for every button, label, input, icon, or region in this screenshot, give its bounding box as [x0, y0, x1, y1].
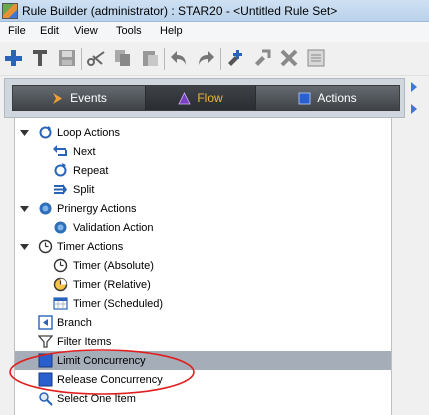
tree-item-release-concurrency[interactable]: Release Concurrency [15, 370, 391, 389]
tree-label: Timer Actions [57, 240, 124, 253]
tree-item-validation-action[interactable]: Validation Action [15, 218, 391, 237]
palette-header: Events Flow Actions [4, 78, 405, 118]
menu-file[interactable]: File [8, 25, 26, 37]
triangle-icon [178, 91, 191, 105]
tab-flow[interactable]: Flow [146, 86, 256, 110]
tree-label: Loop Actions [57, 126, 120, 139]
copy-icon[interactable] [112, 47, 134, 69]
arrow-right-icon [51, 92, 64, 105]
menu-edit[interactable]: Edit [40, 25, 59, 37]
tree-label: Release Concurrency [57, 373, 163, 386]
tree-label: Limit Concurrency [57, 354, 146, 367]
split-icon [53, 182, 68, 197]
app-icon [2, 3, 18, 19]
clock-icon [38, 239, 53, 254]
branch-icon [38, 315, 53, 330]
toolbar-separator [220, 48, 221, 70]
new-icon[interactable] [2, 47, 24, 69]
tree-label: Split [73, 183, 95, 196]
paste-icon[interactable] [139, 47, 161, 69]
menu-bar: File Edit View Tools Help [0, 22, 429, 42]
title-bar: Rule Builder (administrator) : STAR20 - … [0, 0, 429, 22]
tree-item-filter-items[interactable]: Filter Items [15, 332, 391, 351]
tree-item-branch[interactable]: Branch [15, 313, 391, 332]
tree-label: Timer (Absolute) [73, 259, 154, 272]
next-icon [53, 144, 68, 159]
tree-label: Next [73, 145, 96, 158]
tree-item-timer-absolute[interactable]: Timer (Absolute) [15, 256, 391, 275]
flow-tree: Loop Actions Next Repeat Split Prinergy … [14, 118, 392, 415]
tree-group-loop-actions[interactable]: Loop Actions [15, 123, 391, 142]
palette-tabs: Events Flow Actions [12, 85, 400, 111]
tree-item-timer-relative[interactable]: Timer (Relative) [15, 275, 391, 294]
tree-label: Filter Items [57, 335, 112, 348]
repeat-icon [53, 163, 68, 178]
tree-label: Branch [57, 316, 92, 329]
redo-icon[interactable] [195, 47, 217, 69]
tree-label: Timer (Relative) [73, 278, 151, 291]
cut-icon[interactable] [85, 47, 107, 69]
tab-events[interactable]: Events [13, 86, 146, 110]
tree-label: Timer (Scheduled) [73, 297, 164, 310]
tree-item-repeat[interactable]: Repeat [15, 161, 391, 180]
expand-right-icon[interactable] [410, 82, 418, 92]
tree-item-next[interactable]: Next [15, 142, 391, 161]
tree-label: Validation Action [73, 221, 154, 234]
square-icon [38, 353, 53, 368]
expand-right-icon[interactable] [410, 104, 418, 114]
collapse-icon[interactable] [20, 128, 29, 137]
tree-label: Prinergy Actions [57, 202, 137, 215]
tab-label: Actions [317, 91, 357, 105]
square-icon [38, 372, 53, 387]
tree-item-limit-concurrency[interactable]: Limit Concurrency [15, 351, 391, 370]
tree-group-timer-actions[interactable]: Timer Actions [15, 237, 391, 256]
delete-icon[interactable] [278, 47, 300, 69]
tab-actions[interactable]: Actions [256, 86, 399, 110]
tab-label: Flow [197, 91, 223, 105]
square-icon [298, 92, 311, 105]
magnifier-icon [38, 391, 53, 406]
add-rule-icon[interactable] [224, 47, 246, 69]
prinergy-icon [38, 201, 53, 216]
undo-icon[interactable] [168, 47, 190, 69]
toolbar-separator [81, 48, 82, 70]
tree-label: Select One Item [57, 392, 136, 405]
properties-icon[interactable] [305, 47, 327, 69]
tab-label: Events [70, 91, 107, 105]
test-icon[interactable] [251, 47, 273, 69]
loop-icon [38, 125, 53, 140]
tree-group-prinergy-actions[interactable]: Prinergy Actions [15, 199, 391, 218]
toolbar [0, 42, 429, 76]
tree-item-select-one-item[interactable]: Select One Item [15, 389, 391, 408]
menu-help[interactable]: Help [160, 25, 183, 37]
collapse-icon[interactable] [20, 204, 29, 213]
prinergy-icon [53, 220, 68, 235]
tree-item-timer-scheduled[interactable]: Timer (Scheduled) [15, 294, 391, 313]
menu-tools[interactable]: Tools [116, 25, 142, 37]
clock-icon [53, 258, 68, 273]
build-icon[interactable] [29, 47, 51, 69]
menu-view[interactable]: View [74, 25, 98, 37]
toolbar-separator [164, 48, 165, 70]
save-icon[interactable] [56, 47, 78, 69]
tree-item-split[interactable]: Split [15, 180, 391, 199]
tree-label: Repeat [73, 164, 109, 177]
window-title: Rule Builder (administrator) : STAR20 - … [22, 4, 338, 18]
relative-clock-icon [53, 277, 68, 292]
calendar-icon [53, 296, 68, 311]
collapse-icon[interactable] [20, 242, 29, 251]
filter-icon [38, 334, 53, 349]
